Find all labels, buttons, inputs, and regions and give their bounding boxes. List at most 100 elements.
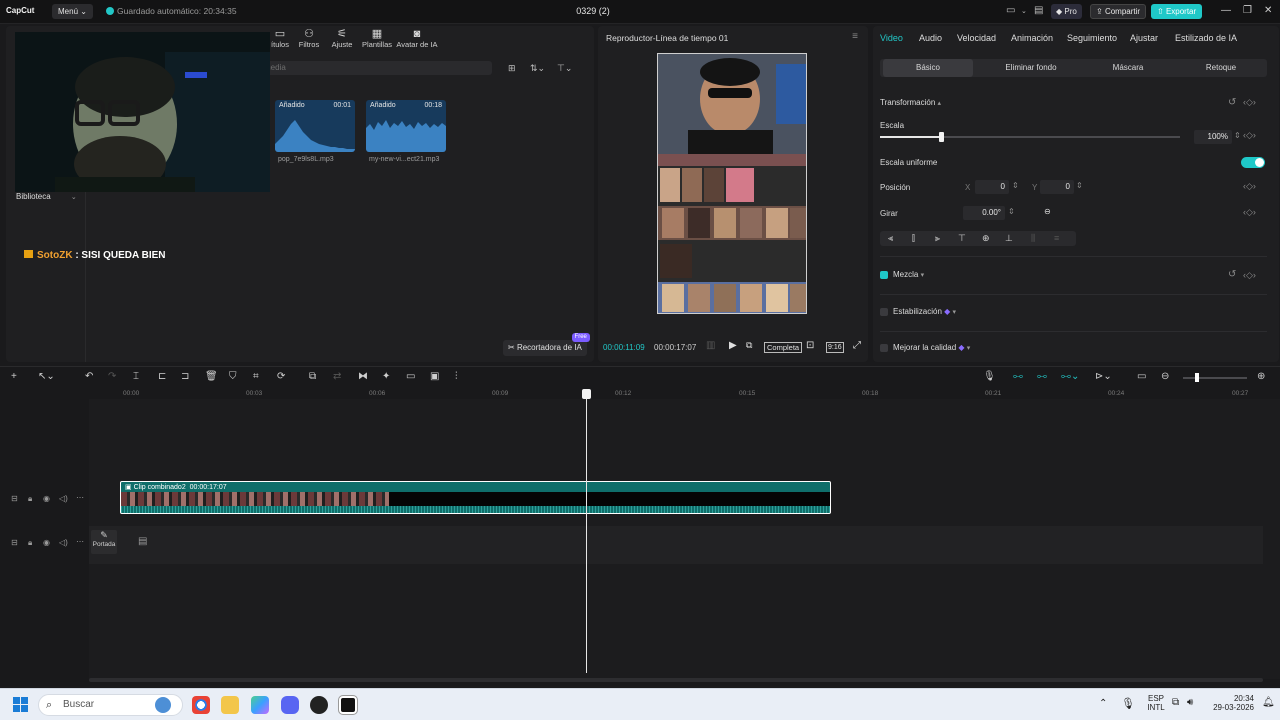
subtab-mask[interactable]: Máscara (1080, 59, 1176, 77)
screenshot-icon[interactable]: ⊡ (806, 340, 814, 351)
play-icon[interactable]: ▶ (729, 340, 737, 351)
playhead[interactable] (586, 393, 587, 673)
fullscreen-icon[interactable]: ⤢ (853, 340, 861, 351)
align-top-icon[interactable]: ⊤ (958, 233, 966, 244)
discord-icon[interactable] (281, 696, 299, 714)
link-icon[interactable]: ⧟⌄ (1061, 371, 1079, 382)
windows-start-icon[interactable] (13, 697, 29, 713)
tab-templates[interactable]: ▦ Plantillas (356, 28, 398, 49)
rotate-dial-icon[interactable]: ⊖ (1044, 207, 1051, 216)
subtab-retouch[interactable]: Retoque (1176, 59, 1266, 77)
stepper-icon[interactable]: ⇕ (1012, 181, 1019, 190)
minimize-icon[interactable]: — (1221, 5, 1231, 16)
clock[interactable]: 20:34 29-03-2026 (1206, 694, 1254, 712)
capcut-icon[interactable] (338, 695, 358, 715)
split-left-icon[interactable]: ⊏ (158, 371, 166, 382)
caption-track-icon[interactable]: ▭ (1137, 371, 1146, 382)
scale-value-input[interactable]: 100% (1194, 130, 1232, 144)
align-left-icon[interactable]: ⫷ (888, 233, 893, 244)
uniform-scale-toggle[interactable] (1241, 157, 1265, 168)
layout-icon[interactable]: ▭ (1006, 5, 1015, 16)
track-toggle-icon[interactable]: ⊟ (11, 538, 18, 547)
stabilization-checkbox[interactable] (880, 308, 888, 316)
network-icon[interactable]: ⧉ (1172, 697, 1179, 708)
delete-icon[interactable]: 🗑 (205, 371, 218, 382)
keyframe-icon[interactable]: ‹◇› (1243, 130, 1256, 141)
sort-icon[interactable]: ⇅⌄ (530, 63, 545, 74)
magnet-icon[interactable]: ⧟ (1037, 371, 1047, 382)
eye-icon[interactable]: ◉ (43, 538, 50, 547)
compound-clip[interactable]: ▣ Clip combinado2 00:00:17:07 (120, 481, 831, 514)
tray-overflow-icon[interactable]: ⌃ (1099, 698, 1107, 709)
undo-icon[interactable]: ↶ (85, 371, 93, 382)
preview-axis-icon[interactable]: ⊳⌄ (1095, 371, 1112, 382)
volume-icon[interactable]: ◁) (59, 494, 68, 503)
maximize-icon[interactable]: ❐ (1243, 5, 1252, 16)
position-x-input[interactable]: 0 (975, 180, 1009, 194)
full-quality-button[interactable]: Completa (764, 342, 803, 353)
subtab-remove-bg[interactable]: Eliminar fondo (983, 59, 1079, 77)
ai-trimmer-button[interactable]: ✂ Recortadora de IA Free (503, 333, 590, 356)
menu-button[interactable]: Menú ⌄ (52, 4, 93, 19)
tab-adjust[interactable]: Ajustar (1130, 33, 1158, 43)
main-track[interactable] (89, 526, 1263, 564)
timeline-icon[interactable]: ▥ (706, 340, 715, 351)
split-icon[interactable]: ⌶ (133, 371, 139, 382)
layout-dropdown-icon[interactable]: ⌄ (1021, 7, 1027, 15)
reset-icon[interactable]: ↺ (1228, 269, 1236, 280)
keyframe-icon[interactable]: ‹◇› (1243, 97, 1256, 108)
copilot-icon[interactable] (251, 696, 269, 714)
tab-speed[interactable]: Velocidad (957, 33, 996, 43)
align-center-v-icon[interactable]: ⊕ (982, 233, 990, 244)
blend-section[interactable]: Mezcla ▾ (893, 270, 924, 279)
more-icon[interactable]: ⋯ (76, 537, 84, 546)
zoom-slider[interactable] (1183, 377, 1247, 379)
tab-animation[interactable]: Animación (1011, 33, 1053, 43)
chrome-icon[interactable] (192, 696, 210, 714)
keyframe-icon[interactable]: ‹◇› (1243, 181, 1256, 192)
keyframe-icon[interactable]: ‹◇› (1243, 207, 1256, 218)
crop-icon[interactable]: ⌗ (253, 371, 259, 382)
subtitle-icon[interactable]: ▭ (406, 371, 415, 382)
grid-view-icon[interactable]: ⊞ (508, 63, 516, 74)
stepper-icon[interactable]: ⇕ (1076, 181, 1083, 190)
reverse-icon[interactable]: ⇄ (333, 371, 341, 382)
media-search-input[interactable]: media (258, 61, 492, 75)
notifications-icon[interactable]: 🔔︎ (1262, 697, 1275, 708)
shortcuts-icon[interactable]: ▤ (1034, 5, 1043, 16)
search-highlight-icon[interactable] (155, 697, 171, 713)
preview-canvas[interactable] (657, 53, 807, 314)
enhance-section[interactable]: Mejorar la calidad ◆ ▾ (893, 343, 970, 352)
aspect-ratio-button[interactable]: 9:16 (826, 342, 844, 353)
tab-audio[interactable]: Audio (919, 33, 942, 43)
more-icon[interactable]: ⋯ (76, 493, 84, 502)
align-right-icon[interactable]: ⫸ (935, 233, 940, 244)
zoom-slider-handle[interactable] (1195, 373, 1199, 382)
marker-icon[interactable]: ⛉ (229, 371, 237, 382)
select-tool-icon[interactable]: ↖⌄ (38, 371, 55, 382)
tab-ai-stylize[interactable]: Estilizado de IA (1175, 33, 1237, 43)
subtab-basic[interactable]: Básico (883, 59, 973, 77)
stepper-icon[interactable]: ⇕ (1008, 207, 1015, 216)
media-card[interactable]: Añadido 00:01 (275, 100, 355, 152)
tab-video[interactable]: Video (880, 33, 903, 43)
player-menu-icon[interactable]: ≡ (852, 31, 858, 42)
tab-tracking[interactable]: Seguimiento (1067, 33, 1117, 43)
language-indicator[interactable]: ESP INTL (1142, 694, 1170, 712)
transform-section[interactable]: Transformación ▴ (880, 98, 941, 107)
cover-button[interactable]: ✎ Portada (91, 530, 117, 554)
lock-icon[interactable]: 🔒︎ (28, 538, 32, 548)
audio-split-icon[interactable]: ⫶ (455, 371, 458, 382)
image-icon[interactable]: ▣ (430, 371, 439, 382)
freeze-icon[interactable]: ⧉ (309, 371, 316, 382)
close-icon[interactable]: ✕ (1264, 5, 1272, 16)
position-y-input[interactable]: 0 (1040, 180, 1074, 194)
add-track-icon[interactable]: + (11, 371, 17, 382)
share-button[interactable]: ⇪ Compartir (1090, 4, 1147, 19)
microphone-tray-icon[interactable]: 🎙 (1121, 697, 1135, 710)
scale-slider-handle[interactable] (939, 132, 944, 142)
blend-checkbox[interactable] (880, 271, 888, 279)
stepper-icon[interactable]: ⇕ (1234, 131, 1241, 140)
eye-icon[interactable]: ◉ (43, 494, 50, 503)
rotate-input[interactable]: 0.00° (963, 206, 1005, 220)
